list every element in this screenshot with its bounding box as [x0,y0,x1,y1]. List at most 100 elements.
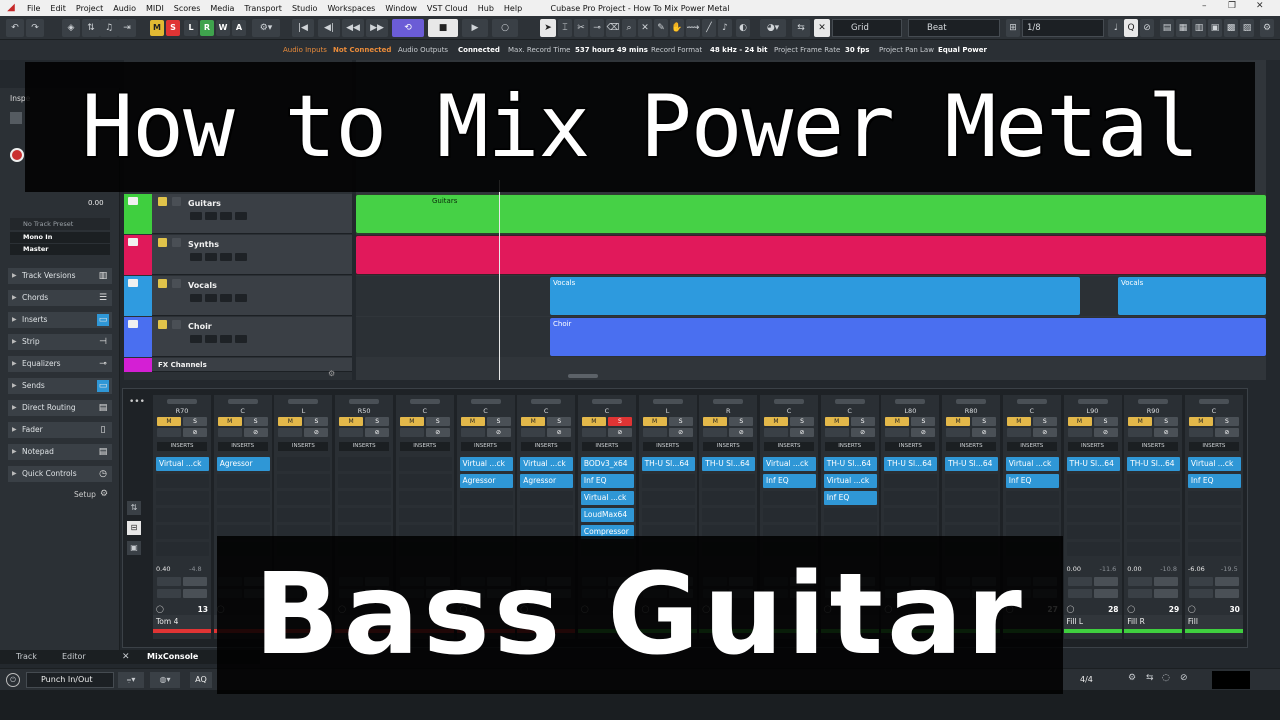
quantize-preset-select[interactable]: 1/8 [1022,19,1104,37]
inserts-header[interactable]: INSERTS [642,442,693,451]
line-tool-icon[interactable]: ╱ [702,19,716,37]
write-button[interactable]: ⊘ [365,428,390,437]
volume-value[interactable]: 0.40 [156,565,170,573]
pan-value[interactable]: C [396,407,454,415]
track-row-synths[interactable]: Synths [124,235,352,275]
record-icon[interactable]: ○ [492,19,518,37]
layout-transport-icon[interactable]: ▩ [1224,19,1238,37]
empty-insert-slot[interactable] [702,474,756,488]
activate-project-icon[interactable]: ⏻ [6,673,20,687]
track-name[interactable]: Vocals [188,281,217,290]
undo-icon[interactable]: ↶ [6,19,24,37]
write-button[interactable]: ⊘ [425,428,450,437]
empty-insert-slot[interactable] [338,474,392,488]
read-button[interactable] [581,428,606,437]
read-button[interactable] [460,428,485,437]
tab-editor[interactable]: Editor [62,650,86,664]
output-routing[interactable]: Master [10,244,110,255]
mute-button[interactable] [158,238,167,247]
zoom-tool-icon[interactable]: ⌕ [622,19,636,37]
empty-insert-slot[interactable] [1066,542,1120,556]
mute-button[interactable]: M [399,417,424,426]
erase-tool-icon[interactable]: ⌫ [606,19,620,37]
quantize-panel-icon[interactable]: ⊘ [1140,19,1154,37]
pan-value[interactable]: L [639,407,697,415]
menu-audio[interactable]: Audio [108,4,141,13]
record-enable-icon[interactable] [10,148,24,162]
pan-slider[interactable] [774,399,804,404]
monitor-icon[interactable] [190,212,202,220]
audio-event[interactable]: Vocals [550,277,1080,315]
empty-insert-slot[interactable] [1005,508,1059,522]
write-automation-button[interactable] [183,589,207,598]
inspector-value[interactable]: 0.00 [88,199,104,207]
solo-button[interactable]: S [1032,417,1057,426]
read-button[interactable] [521,428,546,437]
insert-slot[interactable]: Virtual ...ck [823,474,877,488]
empty-insert-slot[interactable] [1187,508,1241,522]
pan-value[interactable]: C [1185,407,1243,415]
monitor-button[interactable] [1188,577,1213,586]
pan-value[interactable]: C [760,407,818,415]
empty-insert-slot[interactable] [1187,525,1241,539]
metronome-icon[interactable]: ◍▾ [150,672,180,688]
empty-insert-slot[interactable] [702,508,756,522]
pan-value[interactable]: R70 [153,407,211,415]
link-icon[interactable]: ◯ [156,605,164,613]
menu-studio[interactable]: Studio [287,4,322,13]
write-button[interactable]: ⊘ [972,428,997,437]
tab-mixconsole[interactable]: MixConsole [147,650,198,664]
automation-panel-icon[interactable]: ⚙▾ [252,19,280,37]
empty-insert-slot[interactable] [520,491,574,505]
restore-icon[interactable]: ❐ [1228,1,1236,11]
pan-slider[interactable] [227,399,258,404]
pan-value[interactable]: C [457,407,515,415]
track-row-choir[interactable]: Choir [124,317,352,357]
mute-button[interactable]: M [157,417,181,426]
pan-value[interactable]: C [517,407,575,415]
pan-slider[interactable] [956,399,987,404]
link-icon[interactable]: ◯ [1067,605,1075,613]
write-button[interactable]: ⊘ [1214,428,1239,437]
read-button[interactable] [764,428,788,437]
mute-button[interactable]: M [278,417,303,426]
record-icon[interactable] [205,253,217,261]
menu-project[interactable]: Project [71,4,108,13]
setup-label[interactable]: Setup [74,490,96,499]
empty-insert-slot[interactable] [641,508,695,522]
write-button[interactable]: ⊘ [486,428,511,437]
pan-slider[interactable] [409,399,440,404]
solo-button[interactable] [172,197,181,206]
inserts-header[interactable]: INSERTS [1128,442,1179,451]
read-button[interactable] [1006,428,1031,437]
volume-value[interactable]: 0.00 [1067,565,1081,573]
listen-button[interactable] [1214,577,1239,586]
empty-insert-slot[interactable] [1066,491,1120,505]
empty-insert-slot[interactable] [763,508,816,522]
write-button[interactable]: ⊘ [1154,428,1179,437]
pan-slider[interactable] [288,399,319,404]
previous-marker-icon[interactable]: ◀| [318,19,340,37]
solo-button[interactable]: S [1214,417,1239,426]
channel-name[interactable]: Fill [1184,615,1243,629]
menu-window[interactable]: Window [380,4,422,13]
section-direct-routing[interactable]: Direct Routing ▤ [8,400,112,416]
inserts-header[interactable]: INSERTS [824,442,875,451]
glue-tool-icon[interactable]: ⊸ [590,19,604,37]
pan-value[interactable]: R90 [1124,407,1182,415]
pan-slider[interactable] [652,399,683,404]
write-button[interactable]: ⊘ [1093,428,1118,437]
menu-workspaces[interactable]: Workspaces [322,4,380,13]
empty-insert-slot[interactable] [884,491,938,505]
stop-icon[interactable]: ■ [428,19,458,37]
pan-slider[interactable] [591,399,622,404]
mute-tool-icon[interactable]: ✕ [638,19,652,37]
grid-type-select[interactable]: Beat [908,19,1000,37]
mixer-icon[interactable]: ♫ [100,19,118,37]
link-icon[interactable]: ◯ [1188,605,1196,613]
write-button[interactable]: ⊘ [911,428,936,437]
volume-value[interactable]: 0.00 [1127,565,1141,573]
read-automation-button[interactable]: R [200,20,214,36]
horizontal-scrollbar[interactable] [568,374,598,378]
insert-slot[interactable]: TH-U Sl...64 [945,457,999,471]
